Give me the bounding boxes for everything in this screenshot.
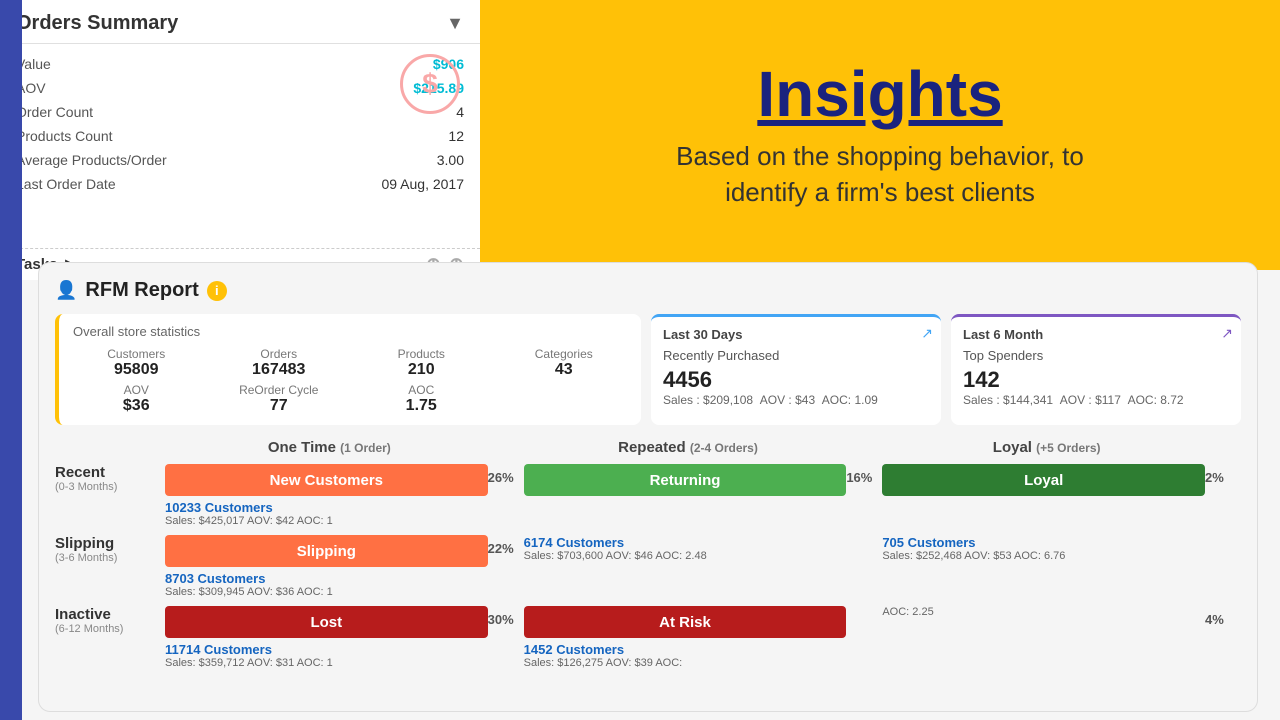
overall-title: Overall store statistics (73, 324, 627, 339)
meta-slipping-onetime: Sales: $309,945 AOV: $36 AOC: 1 (165, 586, 488, 598)
pct-inactive-onetime: 30% (488, 606, 524, 627)
customers-recent-onetime[interactable]: 10233 Customers (165, 500, 488, 515)
customers-slipping-onetime[interactable]: 8703 Customers (165, 571, 488, 586)
bar-new-customers[interactable]: New Customers (165, 464, 488, 496)
order-row-value: Value $906 (16, 52, 464, 76)
bar-loyal[interactable]: Loyal (882, 464, 1205, 496)
orders-summary-dropdown-icon[interactable]: ▼ (446, 13, 464, 34)
bar-lost[interactable]: Lost (165, 606, 488, 638)
stat-customers: Customers 95809 (73, 347, 200, 379)
pct-slipping-repeated (846, 535, 882, 541)
row-label-slipping: Slipping (3-6 Months) (55, 535, 165, 564)
stat-reorder: ReOrder Cycle 77 (216, 383, 343, 415)
order-row-products: Products Count 12 (16, 124, 464, 148)
meta-inactive-onetime: Sales: $359,712 AOV: $31 AOC: 1 (165, 657, 488, 669)
insights-title: Insights (757, 59, 1002, 129)
rfm-row-inactive: Inactive (6-12 Months) Lost 11714 Custom… (55, 606, 1241, 669)
stats-grid: Customers 95809 Orders 167483 Products 2… (73, 347, 627, 415)
cell-slipping-onetime[interactable]: Slipping 8703 Customers Sales: $309,945 … (165, 535, 488, 598)
customers-inactive-repeated[interactable]: 1452 Customers (524, 642, 847, 657)
order-row-last-order: Last Order Date 09 Aug, 2017 (16, 172, 464, 196)
stats-last6m: ↗ Last 6 Month Top Spenders 142 Sales : … (951, 314, 1241, 425)
customers-slipping-repeated[interactable]: 6174 Customers (524, 535, 847, 550)
col-header-repeated: Repeated (2-4 Orders) (524, 439, 853, 456)
cell-inactive-loyal[interactable]: AOC: 2.25 (882, 606, 1205, 618)
meta-recent-onetime: Sales: $425,017 AOV: $42 AOC: 1 (165, 515, 488, 527)
dollar-icon: $ (400, 54, 460, 114)
orders-summary-title: Orders Summary (16, 12, 178, 35)
orders-summary-body: $ Value $906 AOV $215.89 Order Count 4 P… (0, 44, 480, 204)
cell-recent-loyal[interactable]: Loyal (882, 464, 1205, 500)
last6m-link-icon[interactable]: ↗ (1221, 325, 1233, 342)
meta-inactive-repeated: Sales: $126,275 AOV: $39 AOC: (524, 657, 847, 669)
col-header-loyal: Loyal (+5 Orders) (882, 439, 1211, 456)
rfm-user-icon: 👤 (55, 280, 77, 301)
stats-last30: ↗ Last 30 Days Recently Purchased 4456 S… (651, 314, 941, 425)
pct-recent-onetime: 26% (488, 464, 524, 485)
stat-categories: Categories 43 (501, 347, 628, 379)
rfm-title: RFM Report (85, 279, 198, 302)
cell-recent-onetime[interactable]: New Customers 10233 Customers Sales: $42… (165, 464, 488, 527)
meta-inactive-loyal: AOC: 2.25 (882, 606, 1205, 618)
rfm-header: 👤 RFM Report i (55, 279, 1241, 302)
customers-slipping-loyal[interactable]: 705 Customers (882, 535, 1205, 550)
cell-recent-repeated[interactable]: Returning (524, 464, 847, 500)
order-row-avg-products: Average Products/Order 3.00 (16, 148, 464, 172)
rfm-row-recent: Recent (0-3 Months) New Customers 10233 … (55, 464, 1241, 527)
stat-orders: Orders 167483 (216, 347, 343, 379)
cell-inactive-onetime[interactable]: Lost 11714 Customers Sales: $359,712 AOV… (165, 606, 488, 669)
order-row-count: Order Count 4 (16, 100, 464, 124)
bar-slipping[interactable]: Slipping (165, 535, 488, 567)
rfm-container: 👤 RFM Report i Overall store statistics … (38, 262, 1258, 712)
cell-inactive-repeated[interactable]: At Risk 1452 Customers Sales: $126,275 A… (524, 606, 847, 669)
last30-link-icon[interactable]: ↗ (921, 325, 933, 342)
rfm-col-headers: One Time (1 Order) Repeated (2-4 Orders)… (55, 439, 1241, 456)
customers-inactive-onetime[interactable]: 11714 Customers (165, 642, 488, 657)
stat-products: Products 210 (358, 347, 485, 379)
rfm-table: One Time (1 Order) Repeated (2-4 Orders)… (55, 439, 1241, 669)
stat-aoc: AOC 1.75 (358, 383, 485, 415)
bar-returning[interactable]: Returning (524, 464, 847, 496)
pct-inactive-loyal: 4% (1205, 606, 1241, 627)
stat-aov: AOV $36 (73, 383, 200, 415)
left-panel: Orders Summary ▼ $ Value $906 AOV $215.8… (0, 0, 480, 270)
pct-recent-loyal: 2% (1205, 464, 1241, 485)
meta-slipping-repeated: Sales: $703,600 AOV: $46 AOC: 2.48 (524, 550, 847, 562)
pct-inactive-repeated (846, 606, 882, 612)
pct-slipping-loyal (1205, 535, 1241, 541)
col-header-onetime: One Time (1 Order) (165, 439, 494, 456)
row-label-inactive: Inactive (6-12 Months) (55, 606, 165, 635)
insights-subtitle: Based on the shopping behavior, toidenti… (676, 138, 1084, 211)
rfm-info-icon[interactable]: i (207, 281, 227, 301)
bar-at-risk[interactable]: At Risk (524, 606, 847, 638)
pct-recent-repeated: 16% (846, 464, 882, 485)
sidebar (0, 0, 22, 720)
cell-slipping-repeated[interactable]: 6174 Customers Sales: $703,600 AOV: $46 … (524, 535, 847, 562)
pct-slipping-onetime: 22% (488, 535, 524, 556)
row-label-recent: Recent (0-3 Months) (55, 464, 165, 493)
orders-summary-header: Orders Summary ▼ (0, 0, 480, 44)
meta-slipping-loyal: Sales: $252,468 AOV: $53 AOC: 6.76 (882, 550, 1205, 562)
order-row-aov: AOV $215.89 (16, 76, 464, 100)
overall-stats: Overall store statistics Customers 95809… (55, 314, 1241, 425)
cell-slipping-loyal[interactable]: 705 Customers Sales: $252,468 AOV: $53 A… (882, 535, 1205, 562)
stats-left: Overall store statistics Customers 95809… (55, 314, 641, 425)
rfm-row-slipping: Slipping (3-6 Months) Slipping 8703 Cust… (55, 535, 1241, 598)
right-panel: Insights Based on the shopping behavior,… (480, 0, 1280, 270)
